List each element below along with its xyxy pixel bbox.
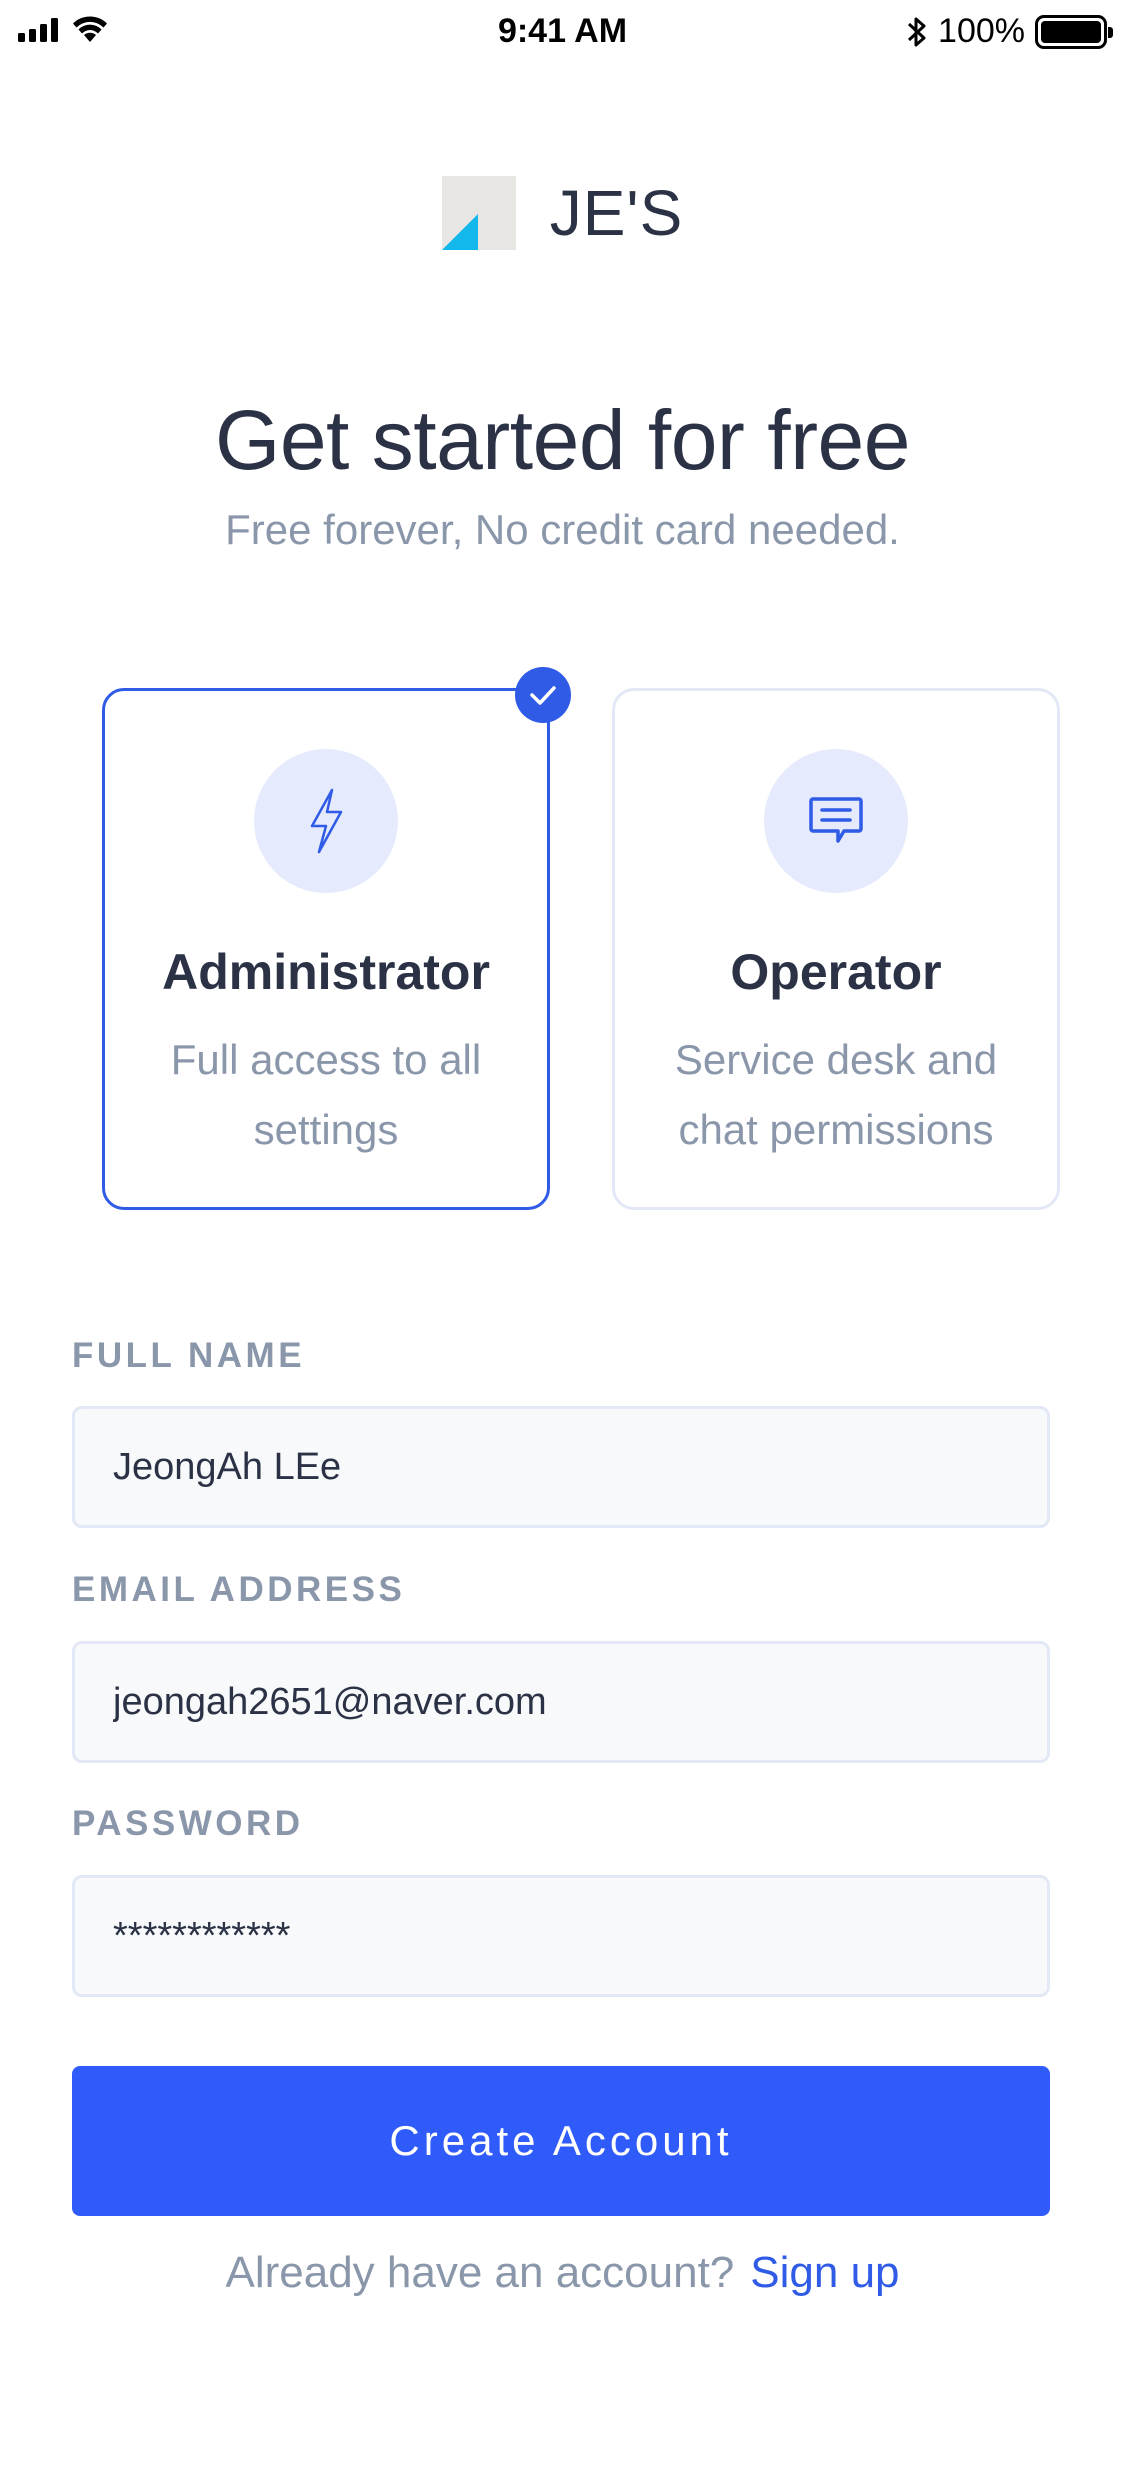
footer-text: Already have an account? <box>225 2248 735 2297</box>
role-title: Operator <box>730 944 942 1000</box>
role-icon-circle <box>764 749 908 893</box>
role-title: Administrator <box>162 944 490 1000</box>
role-card-administrator[interactable]: Administrator Full access to all setting… <box>102 667 571 1210</box>
email-field[interactable] <box>72 1641 1050 1763</box>
role-description: Full access to all settings <box>170 1036 482 1153</box>
battery-icon <box>1035 14 1113 49</box>
brand-logo: JE'S <box>0 176 1125 250</box>
logo-mark-icon <box>441 176 516 250</box>
full-name-label: FULL NAME <box>72 1336 306 1375</box>
selected-check-icon <box>515 667 571 723</box>
bluetooth-icon <box>908 17 926 46</box>
password-field[interactable] <box>72 1875 1050 1997</box>
sign-up-link[interactable]: Sign up <box>750 2248 899 2297</box>
lightning-icon <box>310 788 343 854</box>
role-icon-circle <box>254 749 398 893</box>
signup-footer: Already have an account? Sign up <box>0 2248 1125 2298</box>
role-card-operator[interactable]: Operator Service desk and chat permissio… <box>612 688 1060 1210</box>
battery-percentage: 100% <box>938 12 1025 50</box>
chat-icon <box>809 797 863 843</box>
create-account-button[interactable]: Create Account <box>72 2066 1050 2216</box>
page-title: Get started for free <box>215 393 910 487</box>
role-description: Service desk and chat permissions <box>674 1036 998 1153</box>
status-right: 100% <box>906 12 1113 51</box>
full-name-field[interactable] <box>72 1406 1050 1528</box>
status-bar: 9:41 AM 100% <box>0 0 1125 62</box>
email-label: EMAIL ADDRESS <box>72 1570 406 1609</box>
password-label: PASSWORD <box>72 1804 304 1843</box>
page-subtitle: Free forever, No credit card needed. <box>225 506 900 553</box>
brand-name: JE'S <box>549 177 684 249</box>
